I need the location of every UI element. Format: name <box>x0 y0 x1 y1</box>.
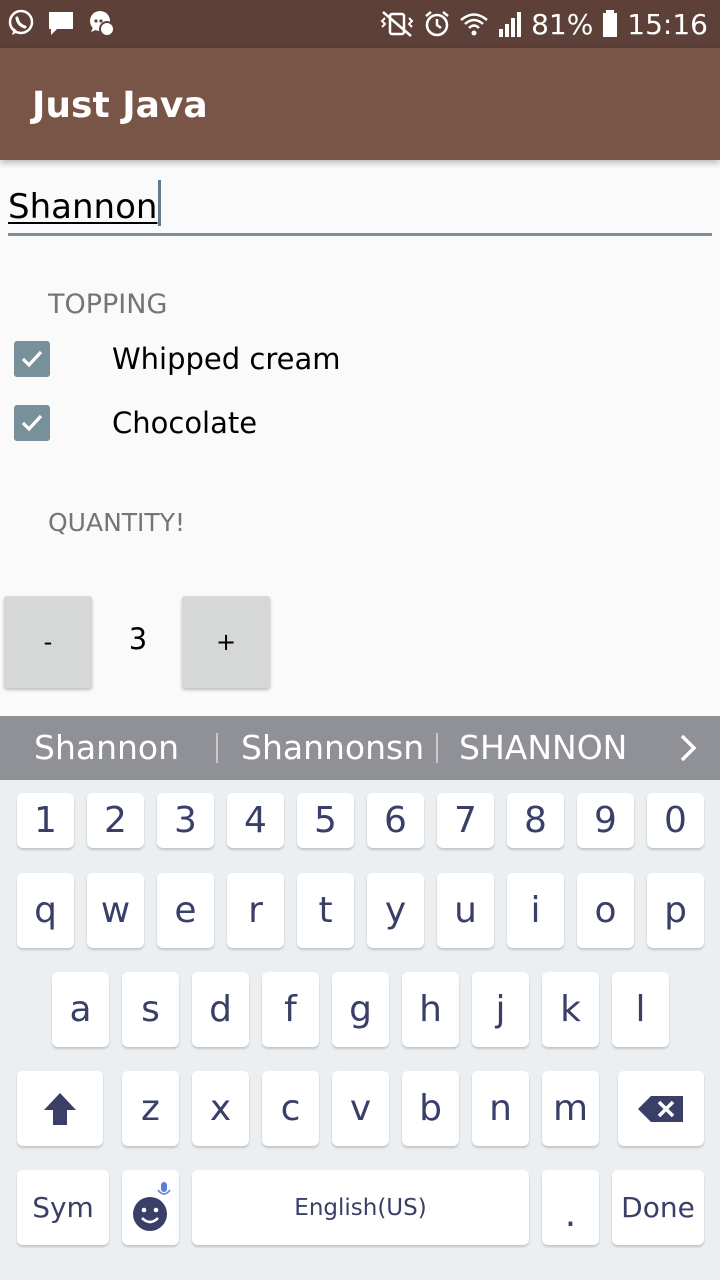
chocolate-checkbox[interactable]: Chocolate <box>14 395 434 451</box>
soft-keyboard: 1 2 3 4 5 6 7 8 9 0 q w e r t y u i o p … <box>0 780 720 1280</box>
quantity-value: 3 <box>128 622 148 656</box>
suggestion-divider <box>216 733 218 763</box>
decrement-button[interactable]: - <box>4 596 92 688</box>
key-p[interactable]: p <box>647 873 704 948</box>
suggestion-item[interactable]: Shannon <box>34 728 179 767</box>
space-key[interactable]: English(US) <box>192 1170 529 1245</box>
chat-icon <box>90 11 115 37</box>
key-h[interactable]: h <box>402 972 459 1047</box>
key-y[interactable]: y <box>367 873 424 948</box>
suggestion-divider <box>436 733 438 763</box>
key-n[interactable]: n <box>472 1071 529 1146</box>
chevron-right-icon[interactable] <box>672 732 704 764</box>
key-f[interactable]: f <box>262 972 319 1047</box>
emoji-mic-icon <box>132 1181 171 1231</box>
checkbox-checked-icon <box>14 405 50 441</box>
whatsapp-icon <box>8 9 34 35</box>
increment-button[interactable]: + <box>182 596 270 688</box>
backspace-icon <box>638 1095 683 1122</box>
key-z[interactable]: z <box>122 1071 179 1146</box>
key-7[interactable]: 7 <box>437 793 494 848</box>
key-b[interactable]: b <box>402 1071 459 1146</box>
key-0[interactable]: 0 <box>647 793 704 848</box>
suggestion-item[interactable]: Shannonsn <box>241 728 424 767</box>
key-g[interactable]: g <box>332 972 389 1047</box>
key-5[interactable]: 5 <box>297 793 354 848</box>
chocolate-label: Chocolate <box>112 406 258 440</box>
name-input-value: Shannon <box>8 187 158 227</box>
key-e[interactable]: e <box>157 873 214 948</box>
key-r[interactable]: r <box>227 873 284 948</box>
sym-key[interactable]: Sym <box>17 1170 109 1245</box>
key-3[interactable]: 3 <box>157 793 214 848</box>
key-q[interactable]: q <box>17 873 74 948</box>
whipped-cream-label: Whipped cream <box>112 342 341 376</box>
emoji-key[interactable] <box>122 1170 179 1245</box>
status-bar: 81% 15:16 <box>0 0 720 48</box>
backspace-key[interactable] <box>618 1071 704 1146</box>
key-c[interactable]: c <box>262 1071 319 1146</box>
key-v[interactable]: v <box>332 1071 389 1146</box>
battery-percent: 81% <box>531 7 594 41</box>
key-u[interactable]: u <box>437 873 494 948</box>
wifi-icon <box>460 13 488 36</box>
clock: 15:16 <box>627 7 708 41</box>
whipped-cream-checkbox[interactable]: Whipped cream <box>14 331 434 387</box>
notification-icons <box>6 8 116 38</box>
key-t[interactable]: t <box>297 873 354 948</box>
key-d[interactable]: d <box>192 972 249 1047</box>
key-4[interactable]: 4 <box>227 793 284 848</box>
key-l[interactable]: l <box>612 972 669 1047</box>
app-title: Just Java <box>32 85 208 126</box>
text-cursor <box>158 180 162 226</box>
battery-icon <box>603 10 618 37</box>
vibrate-mute-icon <box>380 11 414 37</box>
period-key[interactable]: . <box>542 1170 599 1245</box>
alarm-icon <box>425 11 449 37</box>
message-icon <box>49 12 73 35</box>
key-j[interactable]: j <box>472 972 529 1047</box>
shift-key[interactable] <box>17 1071 103 1146</box>
quantity-heading: QUANTITY! <box>48 508 185 537</box>
done-key[interactable]: Done <box>612 1170 704 1245</box>
app-bar: Just Java <box>0 48 720 160</box>
topping-heading: TOPPING <box>48 289 168 320</box>
key-1[interactable]: 1 <box>17 793 74 848</box>
key-8[interactable]: 8 <box>507 793 564 848</box>
key-6[interactable]: 6 <box>367 793 424 848</box>
key-9[interactable]: 9 <box>577 793 634 848</box>
signal-icon <box>499 12 522 37</box>
key-2[interactable]: 2 <box>87 793 144 848</box>
key-a[interactable]: a <box>52 972 109 1047</box>
key-s[interactable]: s <box>122 972 179 1047</box>
key-k[interactable]: k <box>542 972 599 1047</box>
shift-icon <box>44 1092 76 1125</box>
key-o[interactable]: o <box>577 873 634 948</box>
key-m[interactable]: m <box>542 1071 599 1146</box>
key-w[interactable]: w <box>87 873 144 948</box>
suggestion-item[interactable]: SHANNON <box>459 728 627 767</box>
suggestion-strip: Shannon Shannonsn SHANNON <box>0 716 720 780</box>
name-input[interactable]: Shannon <box>8 180 712 236</box>
system-icons: 81% 15:16 <box>379 0 708 48</box>
checkbox-checked-icon <box>14 341 50 377</box>
key-x[interactable]: x <box>192 1071 249 1146</box>
key-i[interactable]: i <box>507 873 564 948</box>
